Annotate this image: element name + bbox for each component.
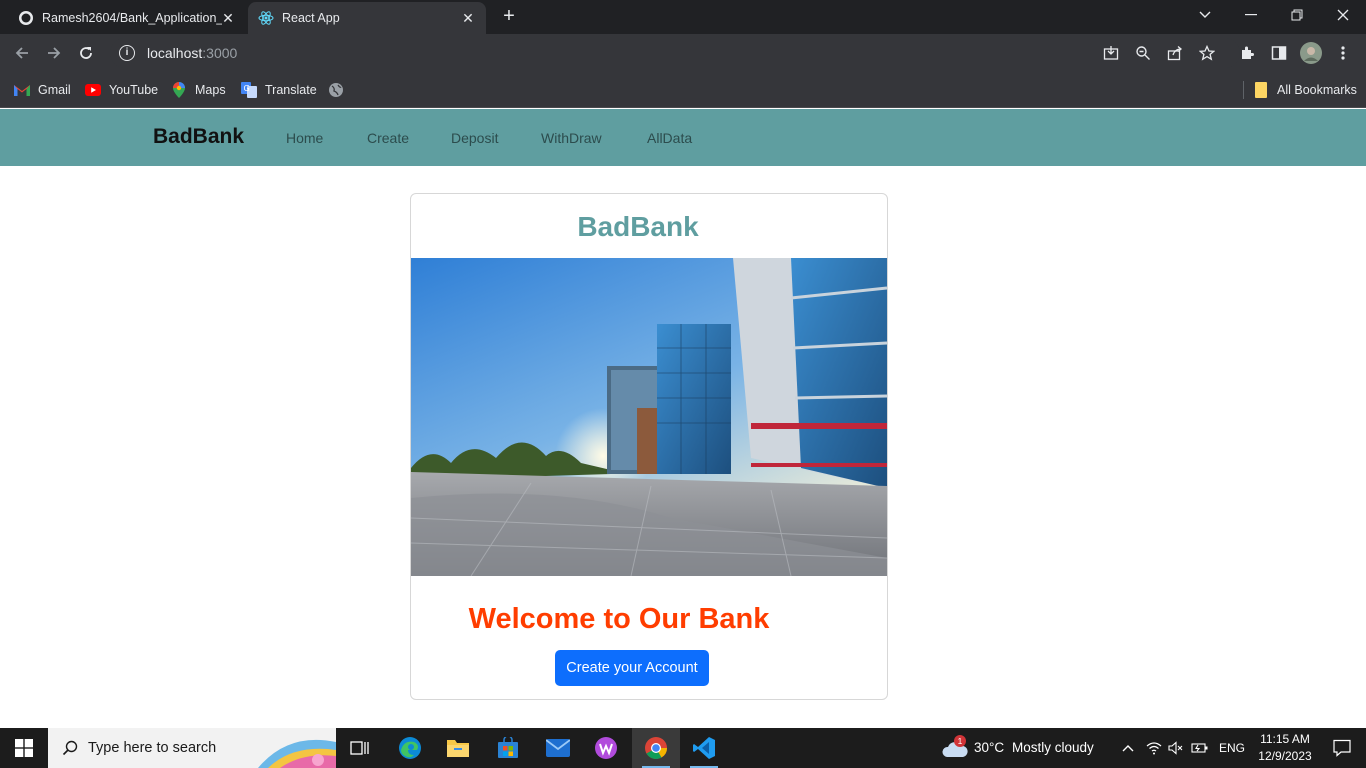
task-view-button[interactable] xyxy=(336,728,384,768)
url-text: localhost:3000 xyxy=(147,45,238,61)
close-icon[interactable]: ✕ xyxy=(220,10,236,26)
card-title: BadBank xyxy=(577,211,699,242)
welcome-heading: Welcome to Our Bank xyxy=(468,603,770,635)
maps-icon xyxy=(171,82,187,98)
search-icon xyxy=(62,740,78,756)
back-button[interactable] xyxy=(11,42,33,64)
app-navbar: BadBank Home Create Deposit WithDraw All… xyxy=(0,109,1366,166)
battery-charging-icon xyxy=(1191,743,1208,753)
minimize-button[interactable] xyxy=(1228,0,1274,30)
clock-date: 12/9/2023 xyxy=(1258,749,1312,763)
taskbar-clock[interactable]: 11:15 AM 12/9/2023 xyxy=(1250,731,1320,765)
profile-avatar[interactable] xyxy=(1300,42,1322,64)
more-menu-icon[interactable] xyxy=(1334,44,1352,62)
store-app[interactable] xyxy=(484,728,532,768)
nav-link-create[interactable]: Create xyxy=(367,130,409,146)
nav-link-home[interactable]: Home xyxy=(286,130,323,146)
folder-icon xyxy=(447,740,469,757)
bookmark-star-icon[interactable] xyxy=(1198,44,1216,62)
weather-temperature[interactable]: 30°C xyxy=(974,740,1004,755)
weather-description[interactable]: Mostly cloudy xyxy=(1012,740,1094,755)
notification-center-button[interactable] xyxy=(1318,728,1366,768)
search-placeholder: Type here to search xyxy=(88,740,217,756)
chevron-up-icon xyxy=(1122,745,1134,752)
windows-icon xyxy=(15,739,33,757)
new-tab-button[interactable]: + xyxy=(496,5,522,29)
store-icon xyxy=(498,737,518,758)
youtube-icon xyxy=(85,82,101,98)
github-icon xyxy=(18,10,34,26)
edge-icon xyxy=(399,737,421,759)
nav-link-deposit[interactable]: Deposit xyxy=(451,130,498,146)
share-icon[interactable] xyxy=(1166,44,1184,62)
language-indicator[interactable]: ENG xyxy=(1219,741,1245,755)
nav-link-alldata[interactable]: AllData xyxy=(647,130,692,146)
tab-react-app[interactable]: React App ✕ xyxy=(248,2,486,34)
bookmark-maps[interactable]: Maps xyxy=(171,81,226,99)
bank-building-image xyxy=(411,258,887,577)
tab-github[interactable]: Ramesh2604/Bank_Application_ ✕ xyxy=(8,2,246,34)
chrome-app[interactable] xyxy=(632,728,680,768)
zoom-icon[interactable] xyxy=(1134,44,1152,62)
start-button[interactable] xyxy=(0,728,48,768)
extensions-icon[interactable] xyxy=(1238,44,1256,62)
search-highlight-illustration xyxy=(258,739,336,768)
bookmarks-divider xyxy=(1243,81,1244,99)
wps-app[interactable] xyxy=(582,728,630,768)
restore-button[interactable] xyxy=(1274,0,1320,30)
bookmarks-bar: Gmail YouTube Maps G Translate All Bookm… xyxy=(0,72,1366,108)
vscode-icon xyxy=(693,737,715,759)
tray-overflow-button[interactable] xyxy=(1118,728,1138,768)
edge-app[interactable] xyxy=(386,728,434,768)
taskbar-search[interactable]: Type here to search xyxy=(48,728,336,768)
svg-text:G: G xyxy=(244,84,250,93)
address-bar[interactable]: i localhost:3000 xyxy=(110,38,1240,68)
mail-icon xyxy=(546,739,570,757)
chrome-icon xyxy=(645,737,667,759)
globe-icon xyxy=(328,82,344,98)
browser-tab-strip: Ramesh2604/Bank_Application_ ✕ React App… xyxy=(0,0,1366,34)
side-panel-icon[interactable] xyxy=(1270,44,1288,62)
install-app-icon[interactable] xyxy=(1102,44,1120,62)
tab-search-icon[interactable] xyxy=(1182,0,1228,30)
navbar-brand[interactable]: BadBank xyxy=(153,125,244,149)
create-account-button[interactable]: Create your Account xyxy=(555,650,709,686)
tab-title: Ramesh2604/Bank_Application_ xyxy=(42,11,222,25)
page-viewport: BadBank Home Create Deposit WithDraw All… xyxy=(0,109,1366,728)
browser-toolbar: i localhost:3000 xyxy=(0,34,1366,72)
translate-icon: G xyxy=(241,82,257,98)
wifi-icon xyxy=(1146,742,1162,755)
gmail-icon xyxy=(14,82,30,98)
tab-title: React App xyxy=(282,11,340,25)
file-explorer-app[interactable] xyxy=(434,728,482,768)
site-info-icon[interactable]: i xyxy=(119,45,135,61)
folder-icon xyxy=(1253,82,1269,98)
weather-widget[interactable]: 1 xyxy=(938,728,972,768)
wps-icon xyxy=(595,737,617,759)
volume-button[interactable] xyxy=(1166,728,1186,768)
close-window-button[interactable] xyxy=(1320,0,1366,30)
vscode-app[interactable] xyxy=(680,728,728,768)
notification-icon xyxy=(1333,739,1351,757)
forward-button[interactable] xyxy=(43,42,65,64)
home-card: BadBank Welcome to Our Bank Create your … xyxy=(410,193,888,700)
windows-taskbar: Type here to search 1 30°C Mostly cloudy xyxy=(0,728,1366,768)
react-icon xyxy=(258,10,274,26)
mail-app[interactable] xyxy=(534,728,582,768)
weather-badge: 1 xyxy=(954,735,966,747)
battery-button[interactable] xyxy=(1190,728,1210,768)
network-button[interactable] xyxy=(1144,728,1164,768)
bookmark-gmail[interactable]: Gmail xyxy=(14,81,71,99)
bookmark-translate[interactable]: G Translate xyxy=(241,81,317,99)
volume-muted-icon xyxy=(1168,741,1183,755)
clock-time: 11:15 AM xyxy=(1260,732,1310,746)
reload-button[interactable] xyxy=(75,42,97,64)
close-icon[interactable]: ✕ xyxy=(460,10,476,26)
nav-link-withdraw[interactable]: WithDraw xyxy=(541,130,602,146)
bookmark-youtube[interactable]: YouTube xyxy=(85,81,158,99)
all-bookmarks-button[interactable]: All Bookmarks xyxy=(1253,81,1357,99)
task-view-icon xyxy=(350,741,369,755)
bookmark-globe[interactable] xyxy=(328,81,352,99)
